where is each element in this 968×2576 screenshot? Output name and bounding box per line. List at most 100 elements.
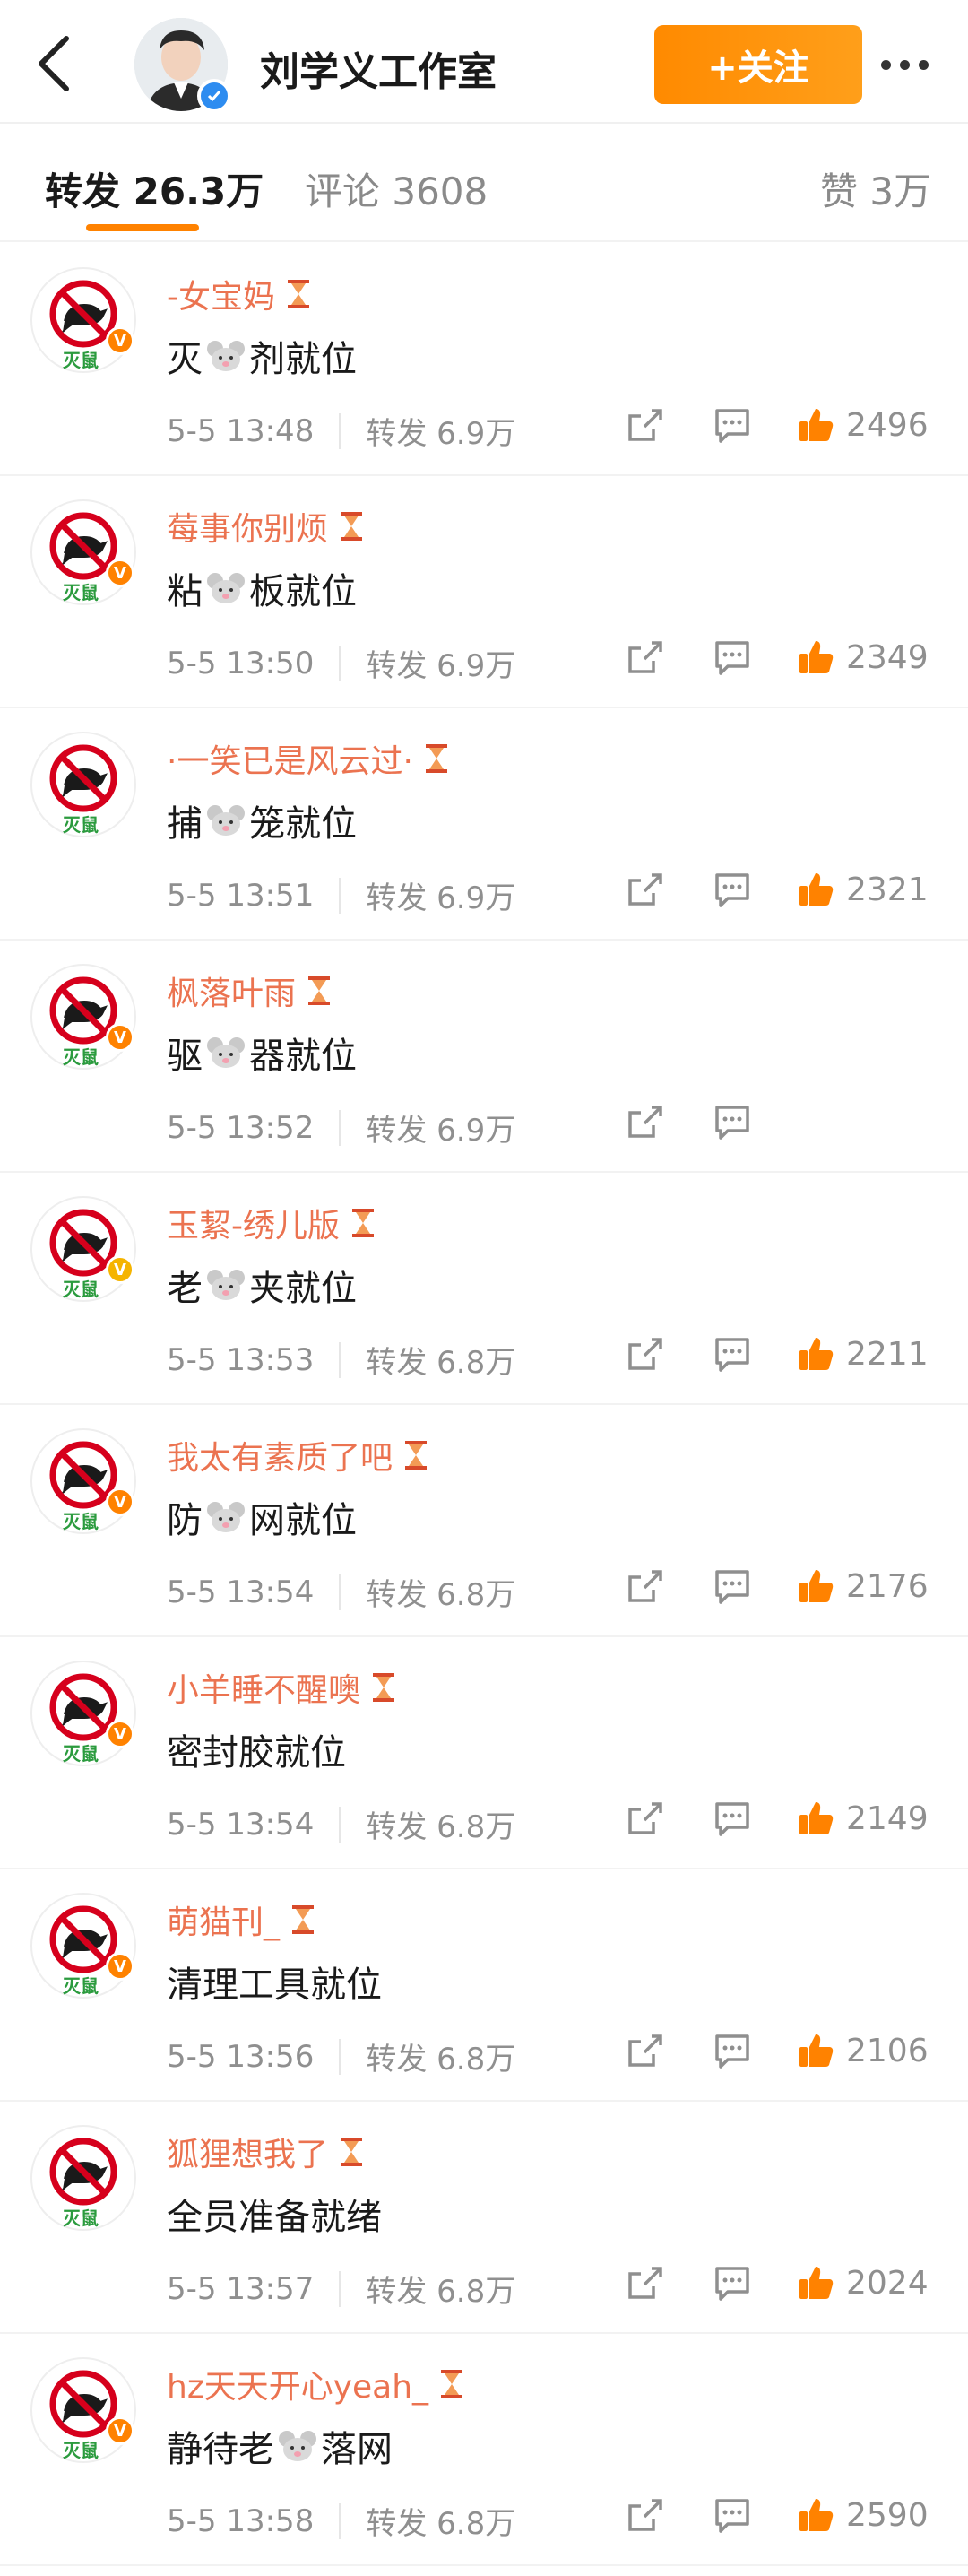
- studio-avatar[interactable]: [134, 18, 231, 113]
- avatar-label: 灭鼠: [63, 814, 99, 836]
- username-row: 我太有素质了吧: [167, 1432, 430, 1479]
- comment-bubble-icon[interactable]: [701, 2256, 764, 2310]
- hourglass-icon: [422, 742, 451, 775]
- user-verified-badge-icon: V: [106, 559, 134, 587]
- username[interactable]: ·一笑已是风云过·: [167, 735, 413, 782]
- repost-count[interactable]: 转发 6.8万: [366, 2499, 515, 2543]
- username-row: 小羊睡不醒噢: [167, 1664, 398, 1711]
- username[interactable]: -女宝妈: [167, 271, 275, 317]
- comment-text: 灭 剂就位: [167, 330, 357, 382]
- active-tab-indicator: [86, 224, 199, 231]
- comment-meta: 5-5 13:54 转发 6.8万: [167, 1570, 515, 1614]
- comment-meta: 5-5 13:54 转发 6.8万: [167, 1802, 515, 1846]
- username[interactable]: 玉絜-绣儿版: [167, 1200, 340, 1246]
- avatar-label: 灭鼠: [63, 2207, 99, 2229]
- repost-count[interactable]: 转发 6.8万: [366, 1338, 515, 1382]
- like-count: 2321: [846, 871, 929, 908]
- more-dots-icon[interactable]: [864, 38, 945, 91]
- repost-count[interactable]: 转发 6.9万: [366, 409, 515, 453]
- user-avatar[interactable]: 灭鼠 V: [30, 499, 136, 605]
- user-avatar[interactable]: 灭鼠 V: [30, 2357, 136, 2463]
- thumbs-up-icon: [799, 2267, 834, 2299]
- user-avatar[interactable]: 灭鼠 V: [30, 964, 136, 1070]
- user-verified-badge-icon: V: [106, 326, 134, 355]
- repost-count[interactable]: 转发 6.8万: [366, 2267, 515, 2311]
- comment-bubble-icon[interactable]: [701, 398, 764, 452]
- repost-count[interactable]: 转发 6.8万: [366, 2034, 515, 2078]
- username[interactable]: 萌猫刊_: [167, 1896, 280, 1943]
- thumbs-up-icon: [799, 2499, 834, 2531]
- comment-text-part: 驱: [167, 1036, 203, 1077]
- user-avatar[interactable]: 灭鼠 V: [30, 2125, 136, 2231]
- repost-count[interactable]: 转发 6.9万: [366, 873, 515, 917]
- top-bar: 刘学义工作室 +关注: [0, 0, 968, 124]
- like-button[interactable]: 2211: [796, 1327, 929, 1381]
- comment-bubble-icon[interactable]: [701, 1327, 764, 1381]
- share-icon[interactable]: [613, 2256, 676, 2310]
- hourglass-icon: [369, 1671, 398, 1704]
- user-verified-badge-icon: V: [106, 1023, 134, 1052]
- username[interactable]: 狐狸想我了: [167, 2129, 328, 2175]
- comment-bubble-icon[interactable]: [701, 630, 764, 684]
- comment-text-part: 灭: [167, 339, 203, 380]
- comment-bubble-icon[interactable]: [701, 2024, 764, 2077]
- comment-time: 5-5 13:50: [167, 645, 315, 681]
- share-icon[interactable]: [613, 398, 676, 452]
- repost-count[interactable]: 转发 6.8万: [366, 1570, 515, 1614]
- comment-bubble-icon[interactable]: [701, 863, 764, 916]
- user-avatar[interactable]: 灭鼠 V: [30, 1196, 136, 1302]
- repost-count[interactable]: 转发 6.8万: [366, 1802, 515, 1846]
- comment-bubble-icon[interactable]: [701, 1559, 764, 1613]
- repost-count[interactable]: 转发 6.9万: [366, 1106, 515, 1149]
- back-chevron-icon[interactable]: [27, 32, 81, 95]
- comment-bubble-icon[interactable]: [701, 1095, 764, 1149]
- user-avatar[interactable]: 灭鼠 V: [30, 1893, 136, 1999]
- like-button[interactable]: 2149: [796, 1791, 929, 1845]
- comment-time: 5-5 13:56: [167, 2038, 315, 2075]
- tab-reposts[interactable]: 转发 26.3万: [45, 161, 264, 216]
- share-icon[interactable]: [613, 630, 676, 684]
- user-avatar[interactable]: 灭鼠 V: [30, 1661, 136, 1766]
- username[interactable]: 小羊睡不醒噢: [167, 1664, 360, 1711]
- tab-comments[interactable]: 评论 3608: [305, 161, 488, 216]
- comment-bubble-icon[interactable]: [701, 2488, 764, 2542]
- avatar-label: 灭鼠: [63, 2440, 99, 2461]
- like-button[interactable]: 2349: [796, 630, 929, 684]
- comment-bubble-icon[interactable]: [701, 1791, 764, 1845]
- like-button[interactable]: 2496: [796, 398, 929, 452]
- share-icon[interactable]: [613, 1559, 676, 1613]
- divider: [339, 1806, 341, 1843]
- like-button[interactable]: 2590: [796, 2488, 929, 2542]
- like-button[interactable]: 2321: [796, 863, 929, 916]
- share-icon[interactable]: [613, 2024, 676, 2077]
- user-avatar[interactable]: 灭鼠 V: [30, 1428, 136, 1534]
- repost-count[interactable]: 转发 6.9万: [366, 641, 515, 685]
- share-icon[interactable]: [613, 863, 676, 916]
- username[interactable]: hz天天开心yeah_: [167, 2361, 428, 2407]
- comment-time: 5-5 13:57: [167, 2270, 315, 2307]
- comment-meta: 5-5 13:52 转发 6.9万: [167, 1106, 515, 1149]
- comment-text-part: 清理工具就位: [167, 1965, 382, 2006]
- username[interactable]: 我太有素质了吧: [167, 1432, 393, 1479]
- share-icon[interactable]: [613, 2488, 676, 2542]
- share-icon[interactable]: [613, 1095, 676, 1149]
- comment-meta: 5-5 13:48 转发 6.9万: [167, 409, 515, 453]
- tab-likes[interactable]: 赞 3万: [820, 161, 931, 216]
- like-button[interactable]: 2024: [796, 2256, 929, 2310]
- user-avatar[interactable]: 灭鼠 V: [30, 267, 136, 373]
- username[interactable]: 枫落叶雨: [167, 967, 296, 1014]
- user-avatar[interactable]: 灭鼠 V: [30, 732, 136, 837]
- repost-list: 灭鼠 V -女宝妈 灭 剂就位 5-5 13:48 转发 6.9万 2496 灭…: [0, 244, 968, 2566]
- share-icon[interactable]: [613, 1327, 676, 1381]
- username[interactable]: 莓事你别烦: [167, 503, 328, 550]
- hourglass-icon: [289, 1904, 317, 1936]
- like-button[interactable]: 2176: [796, 1559, 929, 1613]
- list-item: 灭鼠 V hz天天开心yeah_ 静待老 落网 5-5 13:58 转发 6.8…: [0, 2334, 968, 2566]
- divider: [339, 1574, 341, 1610]
- follow-button[interactable]: +关注: [654, 25, 862, 104]
- share-icon[interactable]: [613, 1791, 676, 1845]
- like-button[interactable]: 2106: [796, 2024, 929, 2077]
- comment-text-part: 落网: [321, 2429, 393, 2470]
- like-count: 2496: [846, 406, 929, 444]
- comment-text-part: 板就位: [249, 571, 357, 612]
